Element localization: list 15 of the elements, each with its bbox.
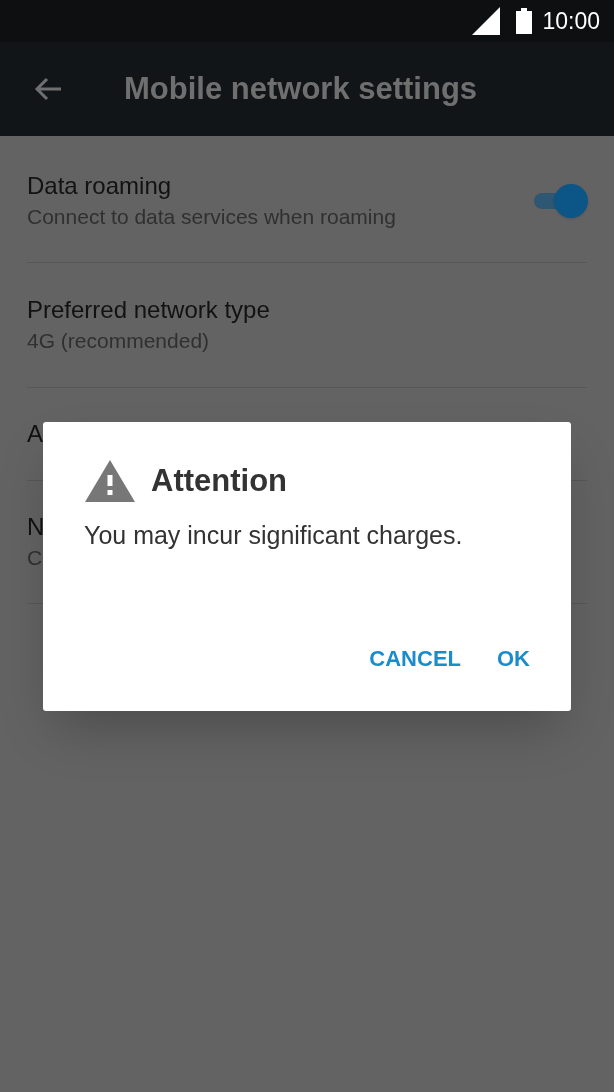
status-time: 10:00 (542, 6, 600, 36)
setting-title: N (27, 512, 45, 542)
dialog-button[interactable]: CANCEL (354, 636, 476, 681)
signal-icon (472, 7, 501, 35)
dialog-title: Attention (151, 462, 288, 500)
battery-icon (516, 8, 533, 34)
setting-title: Preferred network type (27, 295, 270, 325)
toggle-switch[interactable] (532, 183, 588, 219)
setting-title: A (27, 419, 43, 449)
back-arrow-icon (34, 77, 62, 101)
setting-title: Data roaming (27, 171, 173, 201)
screen-title: Mobile network settings (124, 69, 478, 108)
dialog-message: You may incur significant charges. (84, 519, 464, 551)
warning-icon (85, 460, 135, 503)
dialog-button[interactable]: OK (482, 636, 545, 681)
